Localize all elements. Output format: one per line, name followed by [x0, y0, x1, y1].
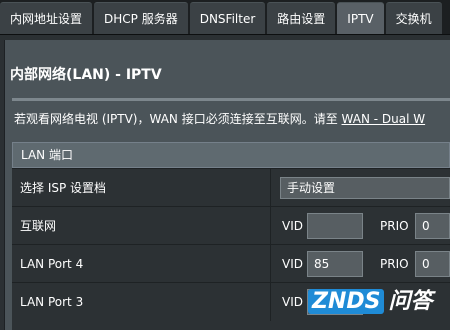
tab-bar: 内网地址设置 DHCP 服务器 DNSFilter 路由设置 IPTV 交换机 [0, 0, 450, 35]
tab-route[interactable]: 路由设置 [267, 2, 336, 34]
page-description: 若观看网络电视 (IPTV)，WAN 接口必须连接至互联网。请至 WAN - D… [14, 110, 425, 127]
column-divider [270, 169, 271, 207]
isp-profile-label: 选择 ISP 设置档 [20, 181, 107, 195]
tab-iptv[interactable]: IPTV [337, 2, 384, 34]
column-divider [270, 283, 271, 321]
internet-prio-input[interactable]: 0 [415, 213, 450, 239]
table-header: LAN 端口 [12, 142, 450, 168]
isp-profile-select[interactable]: 手动设置 [280, 177, 450, 199]
prio-label: PRIO [380, 219, 409, 233]
tab-dhcp-server[interactable]: DHCP 服务器 [94, 2, 188, 34]
watermark-brand: ZNDS [308, 289, 385, 314]
table-row-internet: 互联网 VID PRIO 0 [12, 206, 450, 245]
tab-lan-address[interactable]: 内网地址设置 [0, 2, 93, 34]
column-divider [270, 245, 271, 283]
table-row-lan-port-4: LAN Port 4 VID 85 PRIO 0 [12, 244, 450, 283]
internet-vid-input[interactable] [307, 213, 363, 239]
watermark-text: 问答 [388, 289, 433, 314]
znds-watermark: ZNDS 问答 [308, 286, 450, 318]
lan-port-3-label: LAN Port 3 [20, 295, 84, 309]
tab-dnsfilter[interactable]: DNSFilter [189, 2, 266, 34]
tab-switch[interactable]: 交换机 [385, 2, 442, 34]
lan-port-4-label: LAN Port 4 [20, 257, 84, 271]
table-row-isp-profile: 选择 ISP 设置档 手动设置 [12, 168, 450, 207]
vid-label: VID [282, 295, 303, 309]
lan-port-4-vid-input[interactable]: 85 [307, 251, 363, 277]
lan-port-4-prio-input[interactable]: 0 [415, 251, 450, 277]
prio-label: PRIO [380, 257, 409, 271]
vid-label: VID [282, 219, 303, 233]
vid-label: VID [282, 257, 303, 271]
title-divider [12, 98, 450, 101]
column-divider [270, 207, 271, 245]
internet-label: 互联网 [20, 219, 57, 233]
page-title: 内部网络(LAN) - IPTV [10, 67, 162, 83]
wan-dual-link[interactable]: WAN - Dual W [342, 112, 426, 126]
description-text: 若观看网络电视 (IPTV)，WAN 接口必须连接至互联网。请至 [14, 112, 342, 126]
